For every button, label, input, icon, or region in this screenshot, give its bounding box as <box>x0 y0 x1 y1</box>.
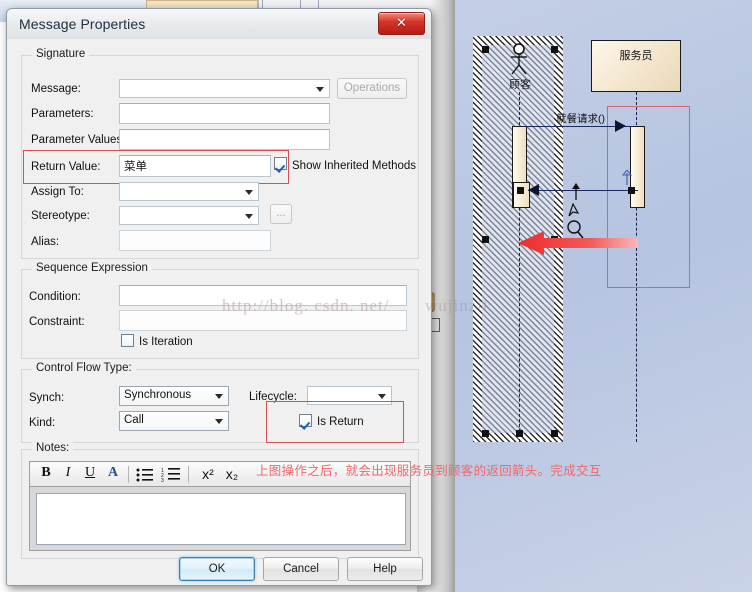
constraint-label: Constraint: <box>29 316 85 328</box>
font-color-icon[interactable]: A <box>104 465 122 481</box>
kind-label: Kind: <box>29 417 56 429</box>
selection-handle[interactable] <box>482 430 489 437</box>
kind-combobox[interactable]: Call <box>119 411 229 431</box>
arrowhead-right-icon <box>615 120 626 132</box>
selection-handle[interactable] <box>551 430 558 437</box>
arrowhead-left-icon <box>528 184 539 196</box>
actor-label: 顾客 <box>509 79 531 91</box>
operations-button[interactable]: Operations <box>337 78 407 99</box>
control-flow-legend: Control Flow Type: <box>32 362 136 374</box>
synch-combobox[interactable]: Synchronous <box>119 386 229 406</box>
close-icon[interactable]: ✕ <box>378 12 425 35</box>
diagram-highlight-box <box>607 106 690 288</box>
resize-cursor-icon <box>622 170 632 185</box>
move-up-cursor-icon <box>572 183 580 200</box>
selection-handle[interactable] <box>551 46 558 53</box>
message-label: Message: <box>31 83 81 95</box>
lifecycle-combobox[interactable] <box>307 386 392 405</box>
subscript-icon[interactable]: x₂ <box>222 466 242 482</box>
toolbar-separator <box>128 466 129 483</box>
chevron-down-icon <box>245 213 253 219</box>
notes-legend: Notes: <box>32 442 74 454</box>
parameter-values-input[interactable] <box>119 129 330 150</box>
is-iteration-label: Is Iteration <box>139 336 193 348</box>
is-return-checkbox[interactable] <box>299 414 312 427</box>
dialog-title: Message Properties <box>19 16 146 32</box>
message-combobox[interactable] <box>119 79 330 98</box>
show-inherited-methods-checkbox[interactable] <box>274 157 287 170</box>
pointer-arrow-icon <box>568 203 580 217</box>
cancel-button[interactable]: Cancel <box>263 557 339 581</box>
watermark-url: http://blog. csdn. net/ <box>222 296 390 315</box>
watermark-url-tail: wujinzik <box>425 296 493 315</box>
message-endpoint-handle[interactable] <box>628 187 635 194</box>
dialog-titlebar[interactable]: Message Properties ✕ <box>7 9 431 39</box>
chevron-down-icon <box>378 393 386 399</box>
chevron-down-icon <box>316 86 324 92</box>
underline-icon[interactable]: U <box>82 465 98 481</box>
red-annotation-note: 上图操作之后，就会出现服务员到顾客的返回箭头。完成交互 <box>256 463 602 478</box>
alias-label: Alias: <box>31 236 60 248</box>
stereotype-browse-button[interactable]: ... <box>270 204 292 224</box>
return-value-input[interactable]: 菜单 <box>119 155 271 177</box>
lifecycle-label: Lifecycle: <box>249 391 297 403</box>
synch-value: Synchronous <box>124 389 192 401</box>
condition-label: Condition: <box>29 291 81 303</box>
red-pointer-arrow <box>518 231 638 255</box>
kind-value: Call <box>124 414 144 426</box>
object-label: 服务员 <box>619 50 653 62</box>
stereotype-label: Stereotype: <box>31 210 90 222</box>
assign-to-label: Assign To: <box>31 186 84 198</box>
assign-to-combobox[interactable] <box>119 182 259 201</box>
signature-legend: Signature <box>32 48 90 60</box>
stereotype-combobox[interactable] <box>119 206 259 225</box>
message-label: 就餐请求() <box>556 113 605 125</box>
parameters-input[interactable] <box>119 103 330 124</box>
ok-button[interactable]: OK <box>179 557 255 581</box>
object-activation-bar[interactable] <box>630 126 645 208</box>
message-arrow-return[interactable] <box>528 190 638 191</box>
sequence-expression-legend: Sequence Expression <box>32 262 152 274</box>
selection-handle[interactable] <box>482 236 489 243</box>
object-lifeline-box[interactable]: 服务员 <box>591 40 681 92</box>
svg-text:3: 3 <box>161 478 164 482</box>
parameter-values-label: Parameter Values: <box>31 134 126 146</box>
is-return-label: Is Return <box>317 416 364 428</box>
chevron-down-icon <box>245 189 253 195</box>
synch-label: Synch: <box>29 392 65 404</box>
show-inherited-methods-label: Show Inherited Methods <box>292 160 417 172</box>
message-endpoint-handle[interactable] <box>517 187 524 194</box>
notes-textarea[interactable] <box>36 493 406 545</box>
chevron-down-icon <box>215 394 223 399</box>
parameters-label: Parameters: <box>31 108 94 120</box>
italic-icon[interactable]: I <box>60 465 76 481</box>
bullet-list-icon[interactable] <box>136 468 153 482</box>
numbered-list-icon[interactable]: 1 2 3 <box>161 467 180 482</box>
control-flow-group: Control Flow Type: <box>21 362 419 443</box>
help-button[interactable]: Help <box>347 557 423 581</box>
bold-icon[interactable]: B <box>38 465 54 481</box>
alias-input[interactable] <box>119 230 271 251</box>
selection-handle[interactable] <box>482 46 489 53</box>
return-value-label: Return Value: <box>31 161 101 173</box>
is-iteration-checkbox[interactable] <box>121 334 134 347</box>
superscript-icon[interactable]: x² <box>198 466 218 482</box>
actor-stick-figure-icon[interactable] <box>507 43 531 75</box>
toolbar-separator <box>188 466 189 483</box>
chevron-down-icon <box>215 419 223 424</box>
